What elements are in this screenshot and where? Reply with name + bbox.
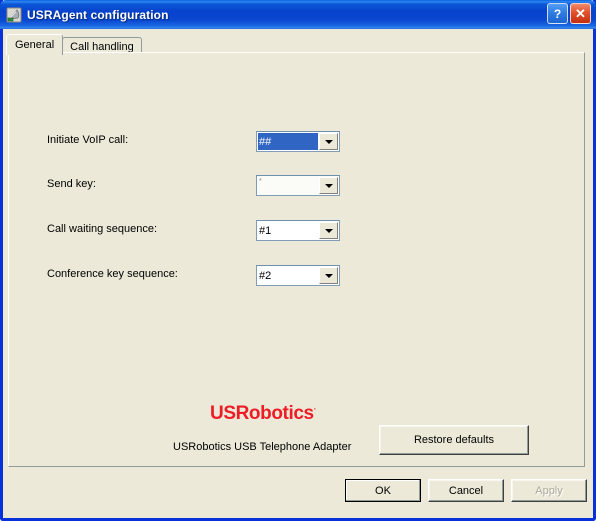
form-row-conference-key-sequence: Conference key sequence: #2 <box>9 265 584 286</box>
combo-value-conference-key-sequence: #2 <box>259 269 272 282</box>
trademark-mark: · <box>313 404 317 414</box>
combo-value-send-key: * <box>259 178 262 185</box>
combo-send-key[interactable]: * <box>256 175 340 196</box>
close-button[interactable]: ✕ <box>570 3 591 24</box>
help-button[interactable]: ? <box>547 3 568 24</box>
combo-call-waiting-sequence[interactable]: #1 <box>256 220 340 241</box>
product-subtitle: USRobotics USB Telephone Adapter <box>173 441 352 453</box>
chevron-down-icon[interactable] <box>319 222 338 239</box>
combo-conference-key-sequence[interactable]: #2 <box>256 265 340 286</box>
combo-value-initiate-voip-call: ## <box>258 133 318 150</box>
chevron-down-icon[interactable] <box>319 267 338 284</box>
form-row-call-waiting-sequence: Call waiting sequence: #1 <box>9 220 584 241</box>
usrobotics-logo: USRobotics· <box>210 403 316 425</box>
dialog-window: USRAgent configuration ? ✕ General Call … <box>0 0 596 521</box>
label-conference-key-sequence: Conference key sequence: <box>47 268 178 280</box>
title-bar[interactable]: USRAgent configuration ? ✕ <box>0 0 596 29</box>
chevron-down-icon[interactable] <box>319 133 338 150</box>
label-call-waiting-sequence: Call waiting sequence: <box>47 223 158 235</box>
combo-value-call-waiting-sequence: #1 <box>259 224 272 237</box>
label-initiate-voip-call: Initiate VoIP call: <box>47 134 129 146</box>
restore-defaults-button[interactable]: Restore defaults <box>379 425 529 455</box>
satellite-dish-icon <box>6 7 22 23</box>
ok-button[interactable]: OK <box>345 479 421 502</box>
form-row-send-key: Send key: * <box>9 175 584 196</box>
chevron-down-icon[interactable] <box>319 177 338 194</box>
titlebar-button-group: ? ✕ <box>547 3 591 24</box>
cancel-button[interactable]: Cancel <box>428 479 504 502</box>
form-row-initiate-voip-call: Initiate VoIP call: ## <box>9 131 584 152</box>
label-send-key: Send key: <box>47 178 96 190</box>
apply-button: Apply <box>511 479 587 502</box>
usrobotics-logo-text: USRobotics <box>210 403 314 424</box>
combo-initiate-voip-call[interactable]: ## <box>256 131 340 152</box>
tab-general[interactable]: General <box>6 34 64 55</box>
window-title: USRAgent configuration <box>27 7 169 22</box>
